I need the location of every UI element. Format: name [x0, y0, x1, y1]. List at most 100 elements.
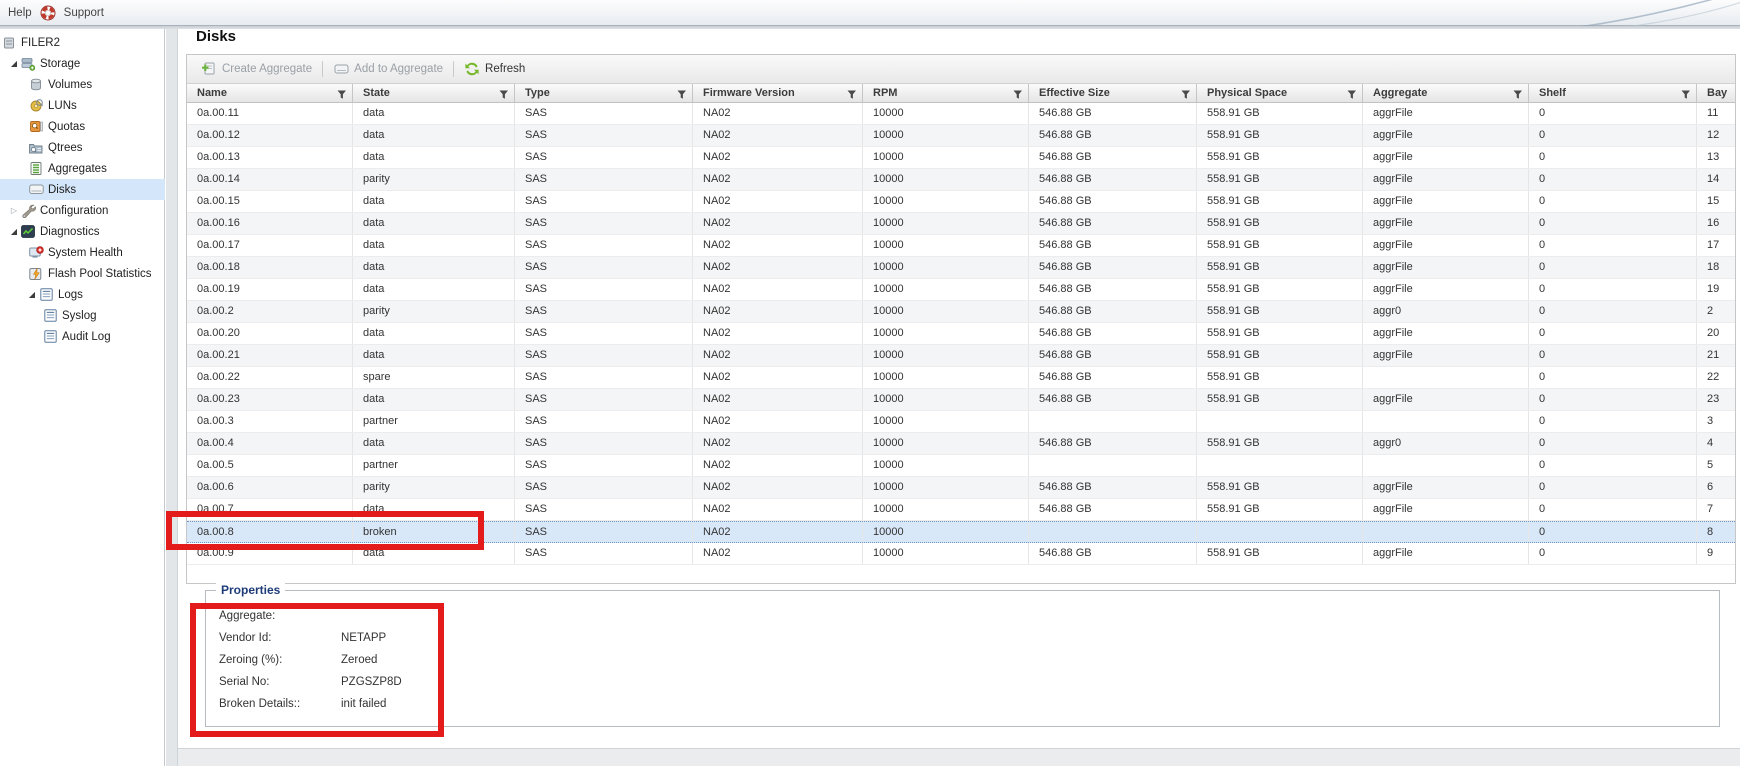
table-row-0a-00-18[interactable]: 0a.00.18dataSASNA0210000546.88 GB558.91 … [187, 257, 1735, 279]
sidebar-item-label: Aggregates [48, 163, 107, 175]
cell-rpm: 10000 [863, 235, 1029, 256]
table-row-0a-00-21[interactable]: 0a.00.21dataSASNA0210000546.88 GB558.91 … [187, 345, 1735, 367]
cell-firmware-version: NA02 [693, 411, 863, 432]
table-row-0a-00-16[interactable]: 0a.00.16dataSASNA0210000546.88 GB558.91 … [187, 213, 1735, 235]
filter-funnel-icon[interactable] [677, 88, 687, 98]
sidebar-item-diagnostics[interactable]: ◢Diagnostics [0, 221, 165, 242]
diagnostics-icon [20, 225, 36, 239]
column-header-label: Firmware Version [703, 87, 795, 99]
column-header-state[interactable]: State [353, 84, 515, 102]
column-header-physical-space[interactable]: Physical Space [1197, 84, 1363, 102]
sidebar-item-volumes[interactable]: Volumes [0, 74, 165, 95]
filter-funnel-icon[interactable] [337, 88, 347, 98]
aggregates-icon [28, 162, 44, 176]
collapse-arrow-icon[interactable]: ◢ [26, 290, 38, 299]
filter-funnel-icon[interactable] [1513, 88, 1523, 98]
sidebar-item-quotas[interactable]: Quotas [0, 116, 165, 137]
flash-pool-icon [28, 267, 44, 281]
table-row-0a-00-5[interactable]: 0a.00.5partnerSASNA021000005 [187, 455, 1735, 477]
column-header-firmware-version[interactable]: Firmware Version [693, 84, 863, 102]
sidebar-item-aggregates[interactable]: Aggregates [0, 158, 165, 179]
expand-arrow-icon[interactable]: ▷ [8, 206, 20, 215]
table-row-0a-00-13[interactable]: 0a.00.13dataSASNA0210000546.88 GB558.91 … [187, 147, 1735, 169]
table-row-0a-00-6[interactable]: 0a.00.6paritySASNA0210000546.88 GB558.91… [187, 477, 1735, 499]
add-to-aggregate-button[interactable]: Add to Aggregate [327, 61, 449, 77]
table-row-0a-00-11[interactable]: 0a.00.11dataSASNA0210000546.88 GB558.91 … [187, 103, 1735, 125]
sidebar-item-label: Storage [40, 58, 80, 70]
table-row-0a-00-23[interactable]: 0a.00.23dataSASNA0210000546.88 GB558.91 … [187, 389, 1735, 411]
create-aggregate-button[interactable]: Create Aggregate [195, 61, 318, 77]
cell-type: SAS [515, 213, 693, 234]
table-row-0a-00-3[interactable]: 0a.00.3partnerSASNA021000003 [187, 411, 1735, 433]
sidebar-item-qtrees[interactable]: Qtrees [0, 137, 165, 158]
sidebar-item-flash-pool-statistics[interactable]: Flash Pool Statistics [0, 263, 165, 284]
cell-physical-space: 558.91 GB [1197, 543, 1363, 564]
sidebar-item-luns[interactable]: LUNs [0, 95, 165, 116]
filter-funnel-icon[interactable] [847, 88, 857, 98]
cell-physical-space: 558.91 GB [1197, 235, 1363, 256]
column-header-bay[interactable]: Bay [1697, 84, 1737, 102]
table-row-0a-00-4[interactable]: 0a.00.4dataSASNA0210000546.88 GB558.91 G… [187, 433, 1735, 455]
cell-type: SAS [515, 323, 693, 344]
sidebar-item-label: Volumes [48, 79, 92, 91]
sidebar-item-audit-log[interactable]: Audit Log [0, 326, 165, 347]
table-row-0a-00-8[interactable]: 0a.00.8brokenSASNA021000008 [187, 521, 1735, 543]
filter-funnel-icon[interactable] [1013, 88, 1023, 98]
sidebar-item-configuration[interactable]: ▷Configuration [0, 200, 165, 221]
properties-panel: Properties Aggregate:Vendor Id:NETAPPZer… [205, 590, 1720, 727]
collapse-arrow-icon[interactable]: ◢ [8, 59, 20, 68]
refresh-button[interactable]: Refresh [458, 61, 531, 77]
property-row-zeroing: Zeroing (%):Zeroed [219, 649, 1719, 671]
table-row-0a-00-14[interactable]: 0a.00.14paritySASNA0210000546.88 GB558.9… [187, 169, 1735, 191]
cell-shelf: 0 [1529, 191, 1697, 212]
cell-firmware-version: NA02 [693, 367, 863, 388]
cell-aggregate: aggrFile [1363, 147, 1529, 168]
column-header-name[interactable]: Name [187, 84, 353, 102]
cell-name: 0a.00.13 [187, 147, 353, 168]
table-row-0a-00-20[interactable]: 0a.00.20dataSASNA0210000546.88 GB558.91 … [187, 323, 1735, 345]
sidebar-splitter[interactable] [166, 29, 178, 766]
sidebar-item-disks[interactable]: Disks [0, 179, 165, 200]
cell-name: 0a.00.9 [187, 543, 353, 564]
sidebar-item-filer2[interactable]: FILER2 [0, 32, 165, 53]
cell-shelf: 0 [1529, 543, 1697, 564]
sidebar-tree: FILER2 ◢ Storage Volumes LUNsQuotasQtrees Agg… [0, 32, 165, 347]
collapse-arrow-icon[interactable]: ◢ [8, 227, 20, 236]
sidebar-item-syslog[interactable]: Syslog [0, 305, 165, 326]
cell-state: data [353, 147, 515, 168]
sidebar-item-logs[interactable]: ◢Logs [0, 284, 165, 305]
table-row-0a-00-17[interactable]: 0a.00.17dataSASNA0210000546.88 GB558.91 … [187, 235, 1735, 257]
table-row-0a-00-19[interactable]: 0a.00.19dataSASNA0210000546.88 GB558.91 … [187, 279, 1735, 301]
support-link[interactable]: Support [64, 7, 104, 19]
table-body: 0a.00.11dataSASNA0210000546.88 GB558.91 … [187, 103, 1735, 565]
cell-state: parity [353, 169, 515, 190]
filter-funnel-icon[interactable] [1347, 88, 1357, 98]
table-row-0a-00-12[interactable]: 0a.00.12dataSASNA0210000546.88 GB558.91 … [187, 125, 1735, 147]
cell-aggregate [1363, 411, 1529, 432]
table-row-0a-00-2[interactable]: 0a.00.2paritySASNA0210000546.88 GB558.91… [187, 301, 1735, 323]
cell-aggregate: aggrFile [1363, 235, 1529, 256]
filter-funnel-icon[interactable] [499, 88, 509, 98]
filter-funnel-icon[interactable] [1681, 88, 1691, 98]
table-row-0a-00-9[interactable]: 0a.00.9dataSASNA0210000546.88 GB558.91 G… [187, 543, 1735, 565]
table-row-0a-00-15[interactable]: 0a.00.15dataSASNA0210000546.88 GB558.91 … [187, 191, 1735, 213]
column-header-rpm[interactable]: RPM [863, 84, 1029, 102]
sidebar-item-storage[interactable]: ◢ Storage [0, 53, 165, 74]
table-row-0a-00-7[interactable]: 0a.00.7dataSASNA0210000546.88 GB558.91 G… [187, 499, 1735, 521]
sidebar-item-system-health[interactable]: System Health [0, 242, 165, 263]
column-header-effective-size[interactable]: Effective Size [1029, 84, 1197, 102]
cell-shelf: 0 [1529, 455, 1697, 476]
cell-effective-size: 546.88 GB [1029, 191, 1197, 212]
column-header-aggregate[interactable]: Aggregate [1363, 84, 1529, 102]
column-header-type[interactable]: Type [515, 84, 693, 102]
help-link[interactable]: Help [8, 7, 32, 19]
cell-firmware-version: NA02 [693, 235, 863, 256]
filter-funnel-icon[interactable] [1181, 88, 1191, 98]
cell-physical-space [1197, 455, 1363, 476]
column-header-shelf[interactable]: Shelf [1529, 84, 1697, 102]
cell-physical-space: 558.91 GB [1197, 389, 1363, 410]
cell-rpm: 10000 [863, 389, 1029, 410]
property-row-broken-details: Broken Details::init failed [219, 693, 1719, 715]
table-row-0a-00-22[interactable]: 0a.00.22spareSASNA0210000546.88 GB558.91… [187, 367, 1735, 389]
column-header-label: Type [525, 87, 550, 99]
